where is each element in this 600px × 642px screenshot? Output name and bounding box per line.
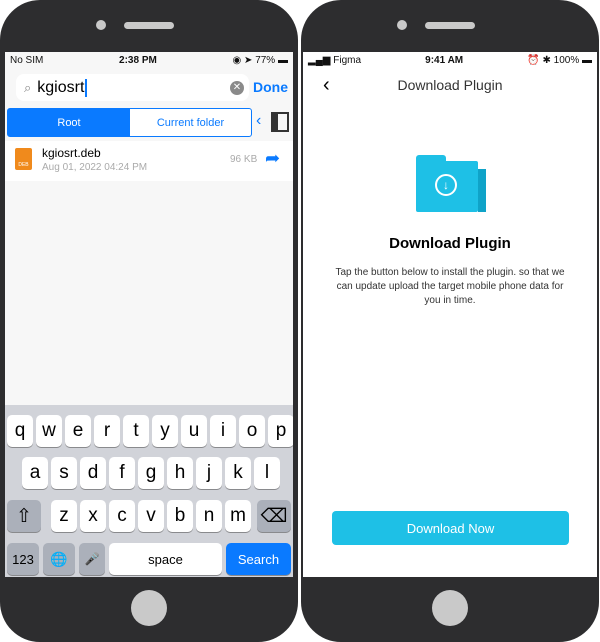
key-k[interactable]: k — [225, 457, 251, 489]
microphone-icon[interactable]: 🎤 — [79, 543, 105, 575]
heading: Download Plugin — [389, 235, 511, 252]
search-value: kgiosrt — [37, 78, 88, 97]
file-row[interactable]: DEB kgiosrt.deb Aug 01, 2022 04:24 PM 96… — [5, 141, 293, 181]
battery-percent: 77% — [255, 55, 276, 66]
key-o[interactable]: o — [239, 415, 265, 447]
list-view-icon[interactable] — [271, 112, 289, 132]
camera — [96, 20, 106, 30]
file-name: kgiosrt.deb — [42, 146, 101, 160]
scope-root[interactable]: Root — [8, 109, 130, 136]
key-t[interactable]: t — [123, 415, 149, 447]
speaker — [425, 22, 475, 29]
key-j[interactable]: j — [196, 457, 222, 489]
key-x[interactable]: x — [80, 500, 106, 532]
key-p[interactable]: p — [268, 415, 293, 447]
key-f[interactable]: f — [109, 457, 135, 489]
file-date: Aug 01, 2022 04:24 PM — [42, 162, 148, 173]
key-z[interactable]: z — [51, 500, 77, 532]
right-phone: ▂▄▆ Figma 9:41 AM ⏰ ✱ 100% ▬ ‹ Download … — [301, 0, 599, 642]
key-a[interactable]: a — [22, 457, 48, 489]
download-plugin-screen: ▂▄▆ Figma 9:41 AM ⏰ ✱ 100% ▬ ‹ Download … — [303, 52, 597, 577]
battery: ◉ ➤ 77% ▬ — [232, 55, 288, 66]
key-s[interactable]: s — [51, 457, 77, 489]
camera — [397, 20, 407, 30]
search-icon: ⌕ — [24, 79, 32, 95]
battery-percent: 100% — [553, 55, 580, 66]
key-q[interactable]: q — [7, 415, 33, 447]
home-button[interactable] — [432, 590, 468, 626]
done-button[interactable]: Done — [253, 79, 288, 95]
description: Tap the button below to install the plug… — [335, 267, 565, 306]
clear-icon[interactable]: ✕ — [230, 80, 244, 95]
file-size: 96 KB — [230, 154, 258, 165]
battery: ⏰ ✱ 100% ▬ — [527, 55, 592, 66]
key-b[interactable]: b — [167, 500, 193, 532]
key-r[interactable]: r — [94, 415, 120, 447]
key-h[interactable]: h — [167, 457, 193, 489]
key-n[interactable]: n — [196, 500, 222, 532]
files-search-screen: No SIM 2:38 PM ◉ ➤ 77% ▬ ⌕ kgiosrt ✕ Don… — [5, 52, 293, 577]
nav-title: Download Plugin — [397, 77, 503, 93]
key-u[interactable]: u — [181, 415, 207, 447]
key-m[interactable]: m — [225, 500, 251, 532]
time: 9:41 AM — [425, 55, 464, 66]
status-bar: No SIM 2:38 PM ◉ ➤ 77% ▬ — [5, 52, 293, 69]
key-l[interactable]: l — [254, 457, 280, 489]
home-button[interactable] — [131, 590, 167, 626]
folder-download-icon: ↓ — [416, 155, 486, 212]
scope-current-folder[interactable]: Current folder — [130, 109, 251, 136]
scope-segmented: Root Current folder — [7, 108, 252, 137]
deb-file-icon: DEB — [15, 148, 32, 170]
key-g[interactable]: g — [138, 457, 164, 489]
key-w[interactable]: w — [36, 415, 62, 447]
status-bar: ▂▄▆ Figma 9:41 AM ⏰ ✱ 100% ▬ — [303, 52, 597, 69]
left-phone: No SIM 2:38 PM ◉ ➤ 77% ▬ ⌕ kgiosrt ✕ Don… — [0, 0, 298, 642]
key-v[interactable]: v — [138, 500, 164, 532]
speaker — [124, 22, 174, 29]
carrier: ▂▄▆ Figma — [308, 55, 362, 66]
globe-icon[interactable]: 🌐 — [43, 543, 75, 575]
key-y[interactable]: y — [152, 415, 178, 447]
download-now-button[interactable]: Download Now — [332, 511, 569, 545]
back-chevron-icon[interactable]: ‹ — [256, 112, 261, 130]
numbers-key[interactable]: 123 — [7, 543, 39, 575]
share-icon[interactable]: ➦ — [265, 148, 280, 169]
search-input[interactable]: ⌕ kgiosrt ✕ — [16, 74, 249, 101]
key-d[interactable]: d — [80, 457, 106, 489]
shift-key[interactable]: ⇧ — [7, 500, 41, 532]
key-c[interactable]: c — [109, 500, 135, 532]
search-key[interactable]: Search — [226, 543, 291, 575]
time: 2:38 PM — [119, 55, 157, 66]
key-i[interactable]: i — [210, 415, 236, 447]
delete-key[interactable]: ⌫ — [257, 500, 291, 532]
space-key[interactable]: space — [109, 543, 222, 575]
carrier-name: Figma — [333, 55, 362, 66]
keyboard: q w e r t y u i o p a s d f g h j k l ⇧ z x c v b n m ⌫ 123 🌐 🎤 space Se… — [5, 405, 293, 577]
key-e[interactable]: e — [65, 415, 91, 447]
carrier: No SIM — [10, 55, 44, 66]
